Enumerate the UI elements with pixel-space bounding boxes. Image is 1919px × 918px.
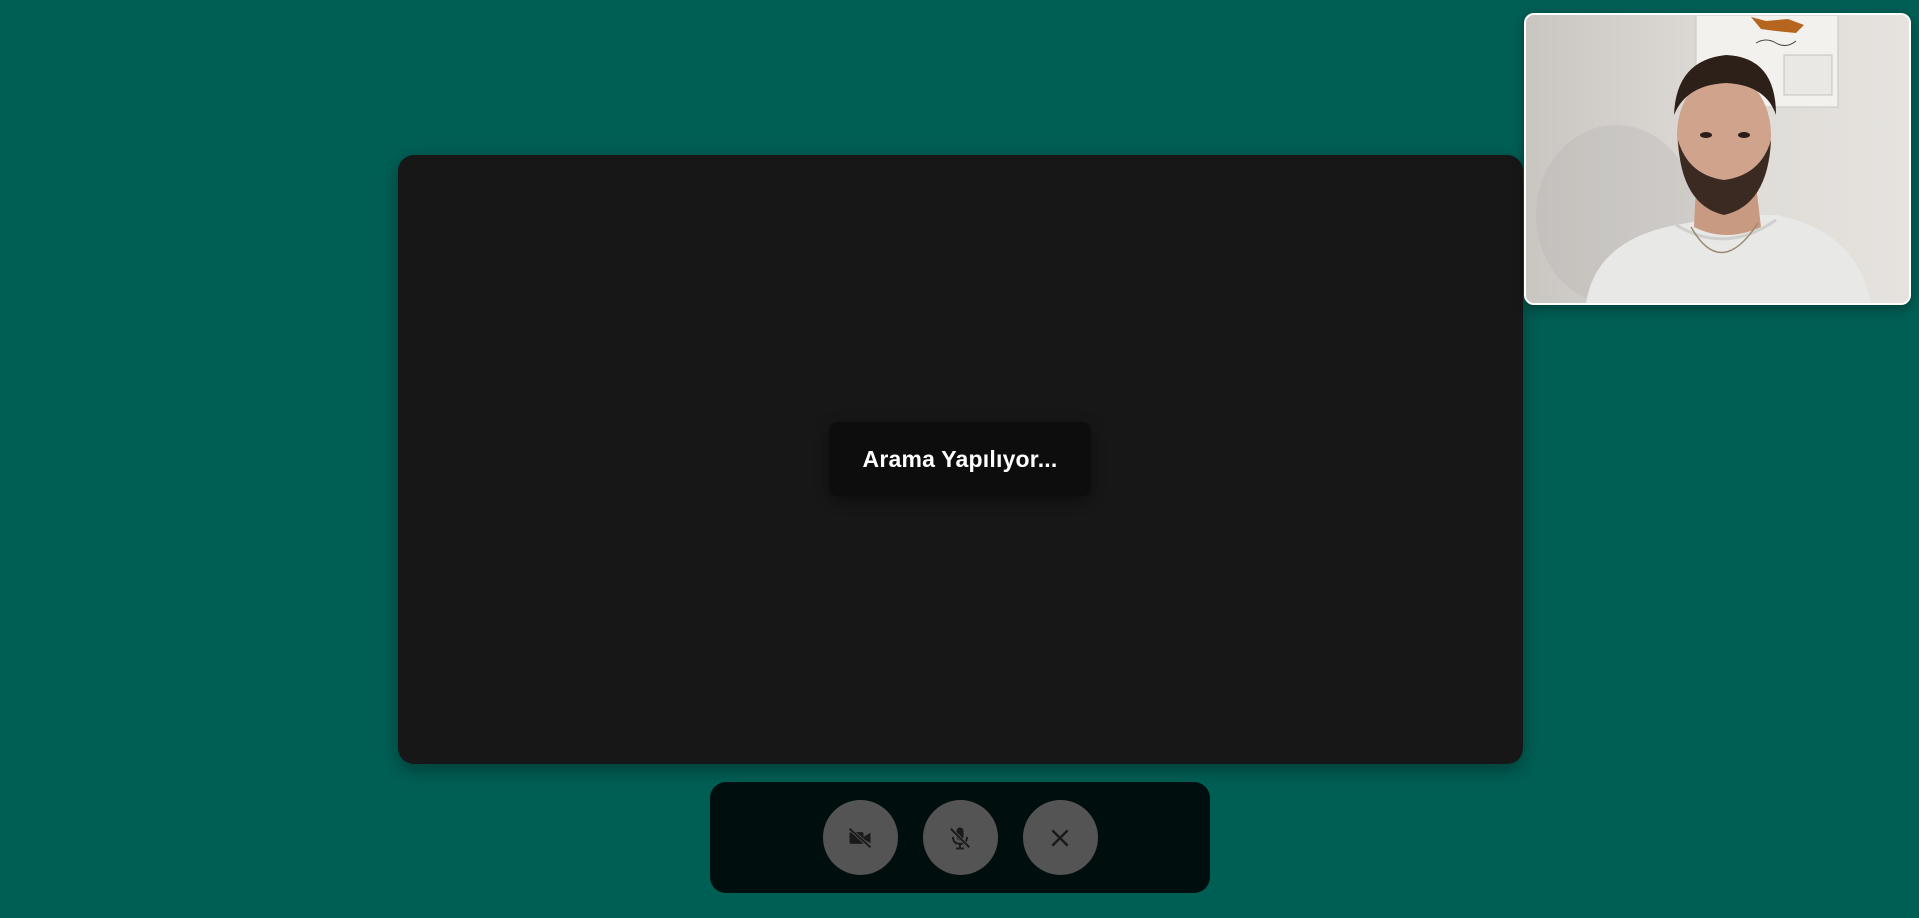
local-video-preview[interactable] <box>1524 13 1911 305</box>
call-status-text: Arama Yapılıyor... <box>862 445 1058 472</box>
call-controls-bar <box>710 782 1210 893</box>
microphone-toggle-button[interactable] <box>922 800 998 875</box>
mic-off-icon <box>949 826 971 849</box>
local-video-feed <box>1526 15 1909 303</box>
close-icon <box>1051 829 1069 846</box>
end-call-button[interactable] <box>1022 800 1098 875</box>
call-status-box: Arama Yapılıyor... <box>829 422 1091 496</box>
camera-toggle-button[interactable] <box>822 800 898 875</box>
video-off-icon <box>848 826 872 849</box>
